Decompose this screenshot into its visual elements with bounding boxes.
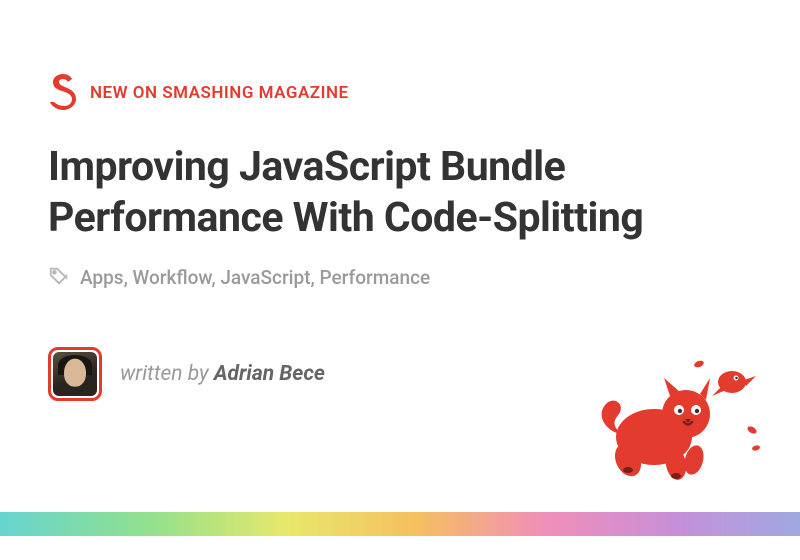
header-row: NEW ON SMASHING MAGAZINE xyxy=(48,72,752,114)
byline: written by Adrian Bece xyxy=(120,362,325,386)
smashing-logo-icon xyxy=(48,72,78,114)
tag-icon xyxy=(48,265,70,291)
byline-prefix: written by xyxy=(120,362,214,386)
article-title: Improving JavaScript Bundle Performance … xyxy=(48,142,752,245)
author-name: Adrian Bece xyxy=(214,362,325,386)
cat-bird-illustration xyxy=(584,352,764,492)
tags-row: Apps, Workflow, JavaScript, Performance xyxy=(48,265,752,291)
rainbow-divider xyxy=(0,512,800,536)
author-avatar xyxy=(48,347,102,401)
tags-list: Apps, Workflow, JavaScript, Performance xyxy=(80,266,430,289)
eyebrow-label: NEW ON SMASHING MAGAZINE xyxy=(90,83,349,103)
